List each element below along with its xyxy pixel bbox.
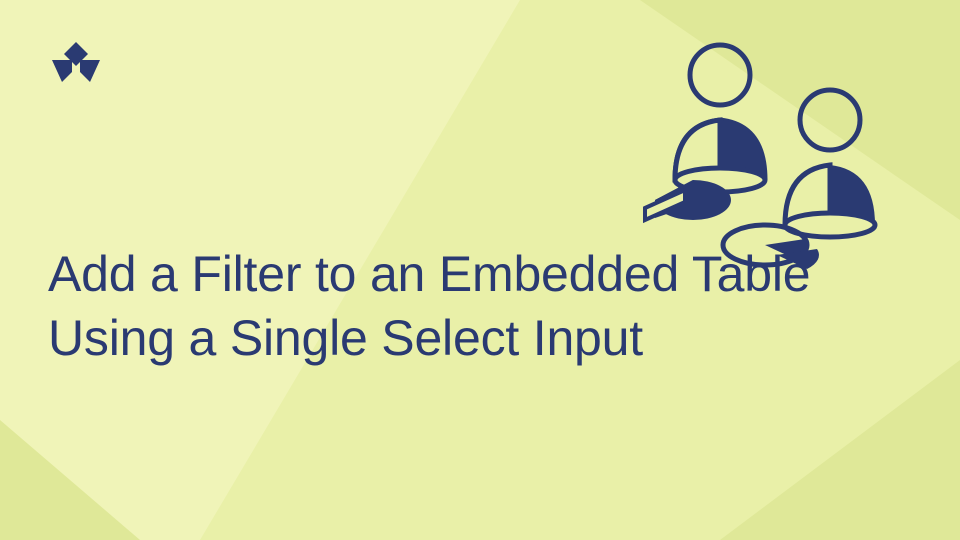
page-title: Add a Filter to an Embedded Table Using … — [48, 242, 912, 370]
brand-logo-icon — [48, 40, 104, 96]
